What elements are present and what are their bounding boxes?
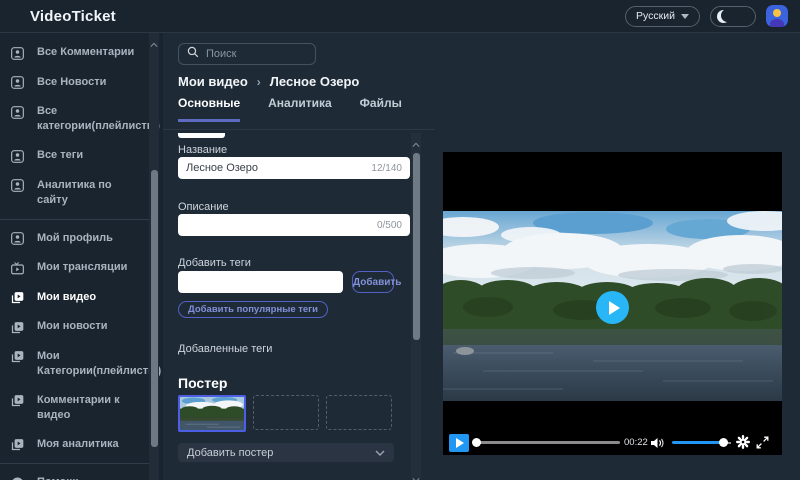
add-poster-label: Добавить постер: [187, 447, 273, 459]
moon-icon: [717, 10, 730, 23]
breadcrumb-current: Лесное Озеро: [270, 74, 360, 89]
poster-thumbnails: [178, 395, 392, 432]
sidebar-scrollbar[interactable]: [149, 33, 159, 480]
progress-handle[interactable]: [472, 438, 481, 447]
description-field-wrap: 0/500: [178, 214, 410, 236]
volume-bar[interactable]: [672, 441, 723, 444]
avatar-body: [770, 19, 784, 27]
partially-scrolled-element: [178, 133, 225, 138]
progress-bar[interactable]: [479, 441, 620, 444]
chevron-down-icon: [375, 447, 385, 459]
user-avatar[interactable]: [766, 5, 788, 27]
search-icon: [187, 45, 199, 63]
settings-gear-icon[interactable]: [736, 435, 750, 454]
person-card-icon: [10, 178, 25, 193]
fullscreen-icon[interactable]: [756, 436, 769, 454]
tab-bar: Основные Аналитика Файлы: [178, 96, 402, 122]
video-player[interactable]: 00:22: [443, 152, 782, 455]
add-poster-dropdown[interactable]: Добавить постер: [178, 443, 394, 462]
poster-image: [180, 397, 244, 430]
description-input[interactable]: [186, 219, 371, 231]
theme-toggle[interactable]: [710, 6, 756, 27]
app-logo: VideoTicket: [30, 8, 116, 25]
avatar-head: [773, 9, 781, 17]
volume-icon[interactable]: [650, 436, 664, 454]
sidebar-item-all-tags[interactable]: Все теги: [0, 141, 163, 171]
sidebar-item-video-comments[interactable]: Комментарии к видео: [0, 386, 163, 430]
added-tags-label: Добавленные теги: [178, 343, 272, 355]
play-icon: [456, 438, 464, 448]
scroll-down-icon[interactable]: [412, 470, 420, 476]
person-card-icon: [10, 149, 25, 164]
title-label: Название: [178, 144, 227, 156]
tv-icon: [10, 261, 25, 276]
sidebar-item-my-profile[interactable]: Мой профиль: [0, 224, 163, 254]
sidebar-item-my-videos[interactable]: Мои видео: [0, 283, 163, 313]
tags-field-wrap: [178, 271, 343, 293]
person-card-icon: [10, 231, 25, 246]
poster-heading: Постер: [178, 375, 227, 391]
tags-input[interactable]: [186, 276, 335, 288]
scrollbar-thumb[interactable]: [151, 170, 158, 447]
sidebar-item-all-news[interactable]: Все Новости: [0, 68, 163, 98]
breadcrumb: Мои видео › Лесное Озеро: [178, 74, 359, 89]
scroll-up-icon[interactable]: [150, 35, 158, 41]
language-dropdown[interactable]: Русский: [625, 6, 700, 27]
sidebar-item-my-analytics[interactable]: Моя аналитика: [0, 430, 163, 460]
sidebar-divider: [0, 219, 149, 220]
scroll-up-icon[interactable]: [412, 135, 420, 141]
add-tag-button[interactable]: Добавить: [352, 271, 394, 293]
video-library-icon: [10, 393, 25, 408]
sidebar-item-all-categories[interactable]: Все категории(плейлисты): [0, 97, 163, 141]
person-card-icon: [10, 105, 25, 120]
title-input[interactable]: [186, 162, 365, 174]
title-char-counter: 12/140: [371, 163, 402, 174]
poster-thumbnail-empty[interactable]: [326, 395, 392, 430]
player-play-button[interactable]: [449, 434, 469, 452]
tab-files[interactable]: Файлы: [360, 96, 402, 122]
volume-handle[interactable]: [719, 438, 728, 447]
time-display: 00:22: [624, 437, 648, 448]
description-char-counter: 0/500: [377, 220, 402, 231]
person-card-icon: [10, 75, 25, 90]
sidebar-item-help[interactable]: ? Помощь: [0, 468, 163, 480]
poster-thumbnail-selected[interactable]: [178, 395, 246, 432]
breadcrumb-separator-icon: ›: [257, 75, 261, 89]
topbar-controls: Русский: [625, 5, 788, 27]
video-library-icon: [10, 437, 25, 452]
chevron-down-icon: [681, 10, 689, 22]
add-popular-tags-button[interactable]: Добавить популярные теги: [178, 301, 328, 318]
app-root: VideoTicket Русский Все Комментарии: [0, 0, 800, 480]
person-card-icon: [10, 46, 25, 61]
breadcrumb-parent[interactable]: Мои видео: [178, 74, 248, 89]
tab-general[interactable]: Основные: [178, 96, 240, 122]
sidebar-item-all-comments[interactable]: Все Комментарии: [0, 38, 163, 68]
form-scrollbar[interactable]: [411, 133, 421, 478]
question-circle-icon: ?: [10, 476, 25, 480]
sidebar-item-site-analytics[interactable]: Аналитика по сайту: [0, 171, 163, 215]
play-overlay-button[interactable]: [596, 291, 629, 324]
tags-label: Добавить теги: [178, 257, 251, 269]
search-box[interactable]: [178, 43, 316, 65]
play-icon: [609, 301, 620, 315]
sidebar-item-my-categories[interactable]: Мои Категории(плейлисты): [0, 342, 163, 386]
sidebar-divider: [0, 463, 149, 464]
video-library-icon: [10, 349, 25, 364]
video-library-icon: [10, 320, 25, 335]
main-content: Мои видео › Лесное Озеро Основные Аналит…: [163, 33, 800, 480]
tabs-divider: [163, 129, 435, 130]
title-field-wrap: 12/140: [178, 157, 410, 179]
poster-thumbnail-empty[interactable]: [253, 395, 319, 430]
description-label: Описание: [178, 201, 229, 213]
video-library-icon: [10, 290, 25, 305]
search-input[interactable]: [206, 48, 307, 60]
tab-analytics[interactable]: Аналитика: [268, 96, 332, 122]
sidebar: Все Комментарии Все Новости Все категори…: [0, 33, 163, 480]
language-label: Русский: [636, 10, 675, 22]
top-bar: VideoTicket Русский: [0, 0, 800, 33]
scrollbar-thumb[interactable]: [413, 153, 420, 340]
scroll-down-icon[interactable]: [150, 472, 158, 478]
sidebar-item-my-news[interactable]: Мои новости: [0, 312, 163, 342]
sidebar-item-my-streams[interactable]: Мои трансляции: [0, 253, 163, 283]
